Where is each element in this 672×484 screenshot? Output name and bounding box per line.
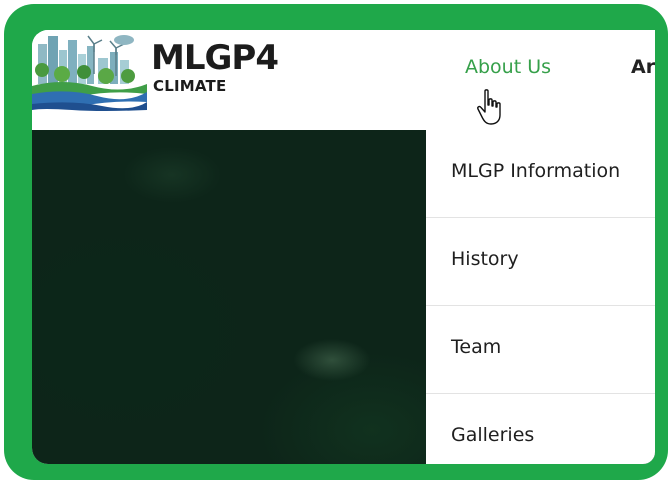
green-frame: MLGP4 CLIMATE About Us Ar MLGP Informati… (4, 4, 668, 480)
dropdown-item-team[interactable]: Team (426, 306, 655, 394)
nav-about-us[interactable]: About Us (465, 56, 551, 78)
dropdown-item-mlgp-information[interactable]: MLGP Information (426, 130, 655, 218)
dropdown-item-galleries[interactable]: Galleries (426, 394, 655, 464)
city-logo-icon[interactable] (32, 30, 147, 112)
logo-title: MLGP4 (151, 38, 279, 78)
browser-viewport: MLGP4 CLIMATE About Us Ar MLGP Informati… (32, 30, 655, 464)
dropdown-item-label: MLGP Information (451, 160, 621, 182)
about-us-dropdown: MLGP Information History Team Galleries (426, 130, 655, 464)
dropdown-item-label: Team (451, 336, 502, 358)
site-header: MLGP4 CLIMATE About Us Ar (32, 30, 655, 130)
dropdown-item-history[interactable]: History (426, 218, 655, 306)
dropdown-item-label: Galleries (451, 424, 535, 446)
logo-subtitle: CLIMATE (153, 77, 227, 95)
dropdown-item-label: History (451, 248, 519, 270)
nav-next-item[interactable]: Ar (631, 56, 655, 78)
hand-pointer-icon (477, 89, 501, 125)
